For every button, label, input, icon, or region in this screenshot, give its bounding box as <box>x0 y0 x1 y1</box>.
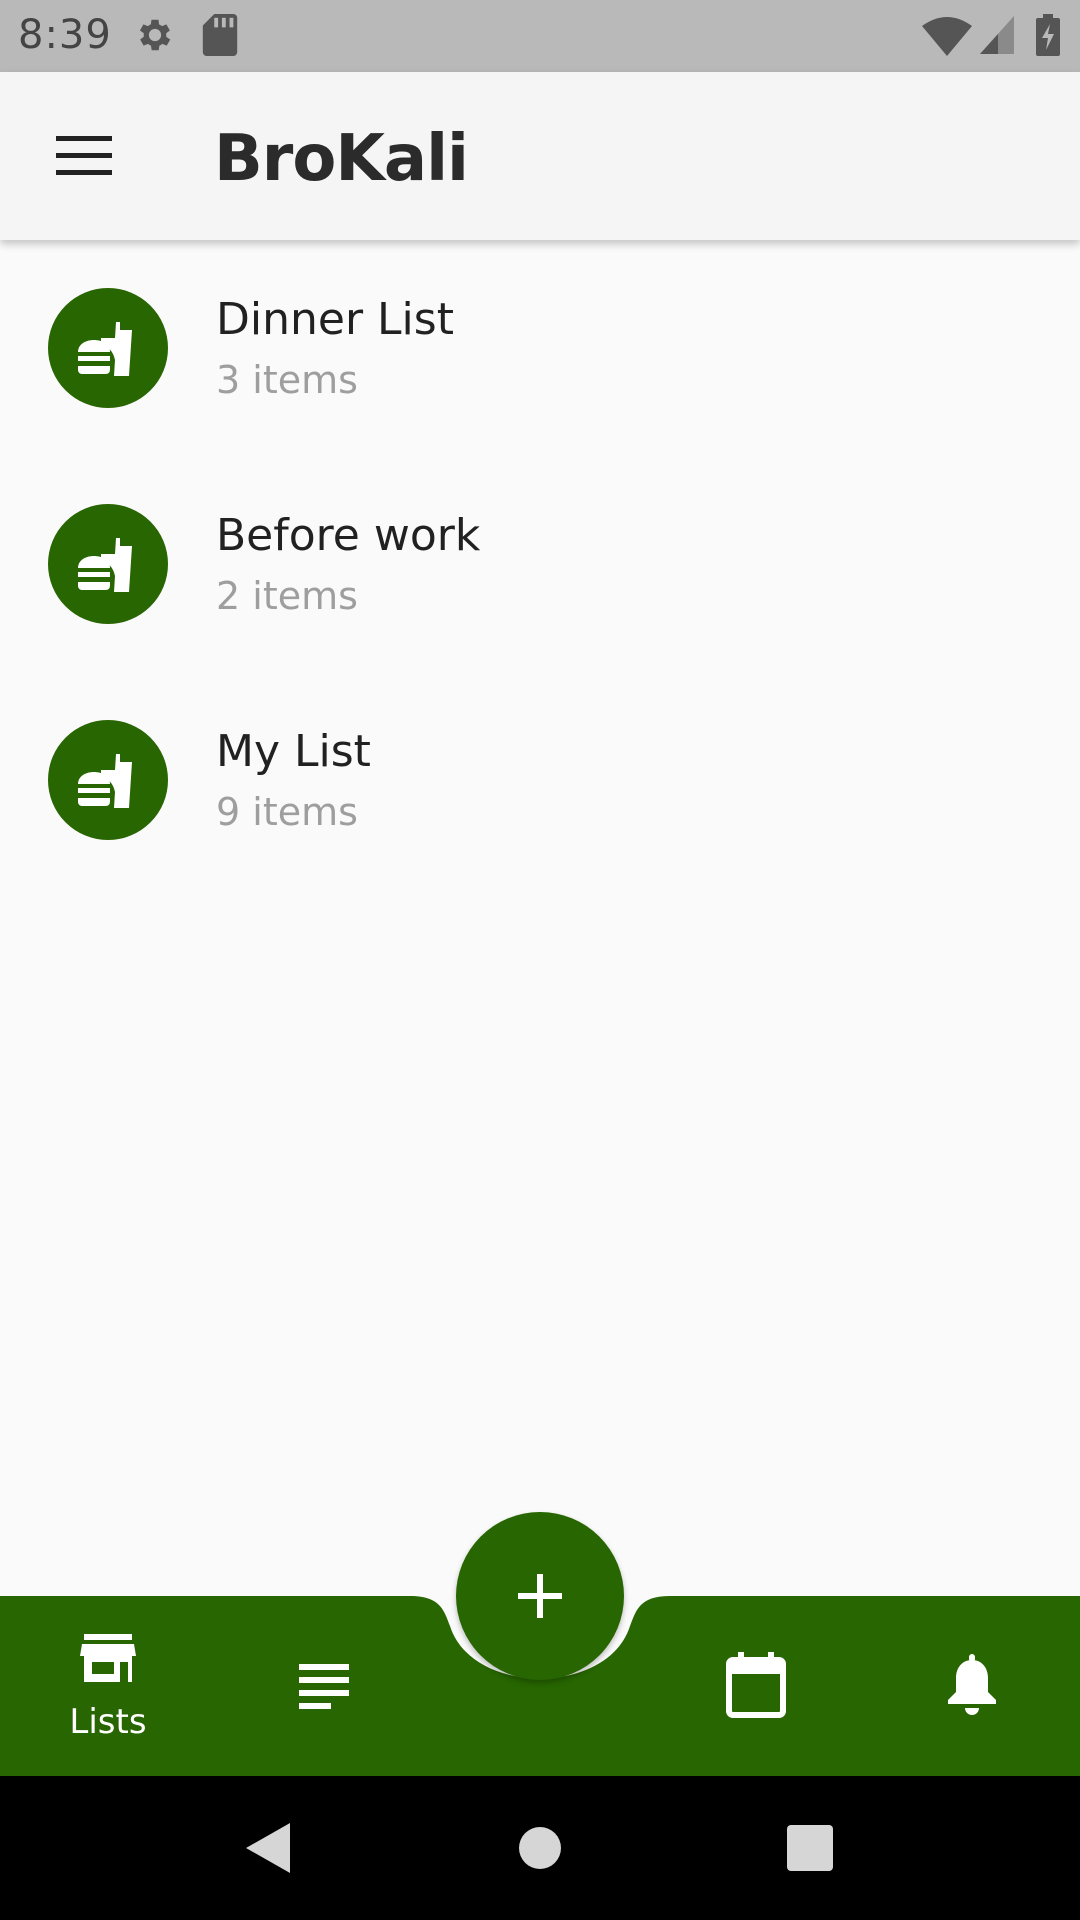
app-title: BroKali <box>214 122 469 196</box>
nav-label-lists: Lists <box>69 1702 147 1742</box>
list-avatar <box>48 504 168 624</box>
list-item[interactable]: My List 9 items <box>0 672 1080 888</box>
nav-item-notifications[interactable] <box>912 1640 1032 1740</box>
list-item-count: 9 items <box>216 790 358 834</box>
system-navigation-bar <box>0 1776 1080 1920</box>
cell-signal-icon <box>980 16 1014 58</box>
back-button[interactable] <box>236 1816 300 1880</box>
nav-item-lists[interactable]: Lists <box>48 1624 168 1744</box>
app-bar: BroKali <box>0 72 1080 240</box>
status-bar: 8:39 <box>0 0 1080 72</box>
sd-card-icon <box>202 14 238 60</box>
list-item-count: 2 items <box>216 574 358 618</box>
nav-item-notes[interactable] <box>264 1640 384 1740</box>
status-time: 8:39 <box>18 12 112 58</box>
list-name: Dinner List <box>216 294 454 345</box>
list-name: My List <box>216 726 371 777</box>
battery-charging-icon <box>1036 14 1060 60</box>
home-button[interactable] <box>508 1816 572 1880</box>
shopping-lists: Dinner List 3 items Before work 2 items <box>0 240 1080 888</box>
list-item[interactable]: Before work 2 items <box>0 456 1080 672</box>
list-avatar <box>48 720 168 840</box>
list-avatar <box>48 288 168 408</box>
list-item[interactable]: Dinner List 3 items <box>0 240 1080 456</box>
menu-button[interactable] <box>40 118 128 194</box>
list-item-count: 3 items <box>216 358 358 402</box>
add-list-button[interactable] <box>456 1512 624 1680</box>
gear-icon <box>134 14 176 60</box>
recents-button[interactable] <box>778 1816 842 1880</box>
nav-item-calendar[interactable] <box>696 1640 816 1740</box>
list-name: Before work <box>216 510 481 561</box>
wifi-icon <box>922 16 972 60</box>
